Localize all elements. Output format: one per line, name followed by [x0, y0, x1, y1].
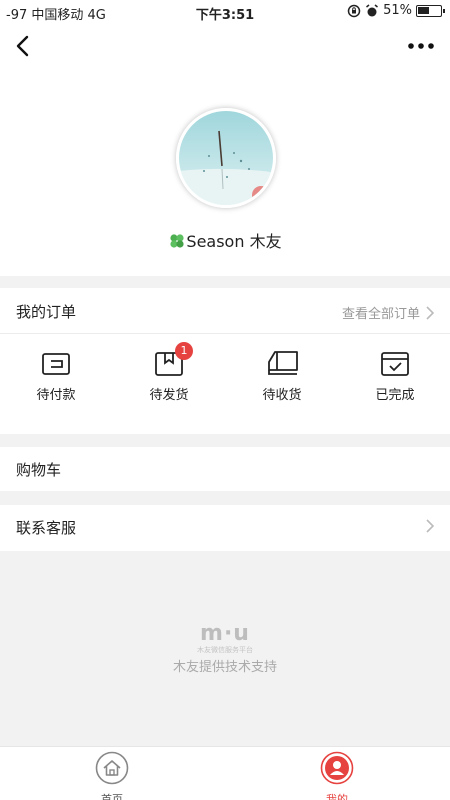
view-all-orders-link[interactable]: 查看全部订单	[342, 303, 434, 322]
tab-home-label: 首页	[101, 793, 123, 800]
tab-mine[interactable]: 我的	[307, 751, 367, 800]
brand-logo: m·u 木友微信服务平台	[0, 622, 450, 655]
tab-mine-label: 我的	[326, 793, 348, 800]
contact-service-row[interactable]: 联系客服	[0, 505, 450, 551]
contact-service-label: 联系客服	[16, 519, 77, 537]
truck-icon	[268, 351, 298, 375]
cart-row[interactable]: 购物车	[0, 447, 450, 491]
profile-header: Season 木友	[0, 68, 450, 276]
chevron-right-icon	[426, 305, 434, 320]
order-completed[interactable]: 已完成	[339, 350, 450, 420]
chevron-right-icon	[426, 519, 434, 533]
status-bar: -97 中国移动 4G 下午3:51 51%	[0, 0, 450, 24]
username-text: Season 木友	[186, 232, 282, 251]
tab-home[interactable]: 首页	[82, 751, 142, 800]
back-arrow-icon[interactable]	[10, 32, 38, 60]
avatar-image	[179, 111, 273, 205]
order-pending-shipment[interactable]: 1 待发货	[113, 342, 225, 420]
completed-icon	[381, 352, 409, 376]
brand-logo-mark: m·u	[200, 621, 250, 646]
orders-header: 我的订单 查看全部订单	[0, 288, 450, 334]
order-label: 待付款	[36, 388, 76, 403]
more-options-icon[interactable]	[406, 34, 436, 58]
username: Season 木友	[0, 228, 450, 252]
battery-percent: 51%	[383, 3, 412, 18]
view-all-orders-label: 查看全部订单	[341, 307, 420, 322]
alarm-icon	[366, 3, 379, 16]
battery-fill	[418, 6, 429, 14]
order-pending-receipt[interactable]: 待收货	[226, 350, 338, 420]
status-icons: 51%	[347, 3, 445, 18]
order-pending-payment[interactable]: 待付款	[0, 350, 112, 420]
order-label: 已完成	[375, 388, 415, 403]
brand-logo-subtitle: 木友微信服务平台	[197, 646, 253, 654]
cart-label: 购物车	[16, 461, 62, 479]
nav-bar	[0, 24, 450, 68]
rotation-lock-icon	[347, 4, 361, 17]
orders-section: 我的订单 查看全部订单 待付款 1 待发货 待收货 已完成	[0, 288, 450, 434]
clover-icon	[170, 234, 185, 248]
tab-bar: 首页 我的	[0, 746, 450, 800]
tech-support-text: 木友提供技术支持	[172, 660, 277, 675]
home-icon	[95, 751, 129, 785]
notification-badge: 1	[175, 342, 193, 360]
order-label: 待发货	[149, 388, 189, 403]
wallet-icon	[42, 353, 70, 375]
orders-title: 我的订单	[16, 303, 77, 321]
order-label: 待收货	[262, 388, 302, 403]
avatar[interactable]	[176, 108, 276, 208]
battery-icon	[416, 4, 445, 17]
user-icon	[320, 751, 354, 785]
